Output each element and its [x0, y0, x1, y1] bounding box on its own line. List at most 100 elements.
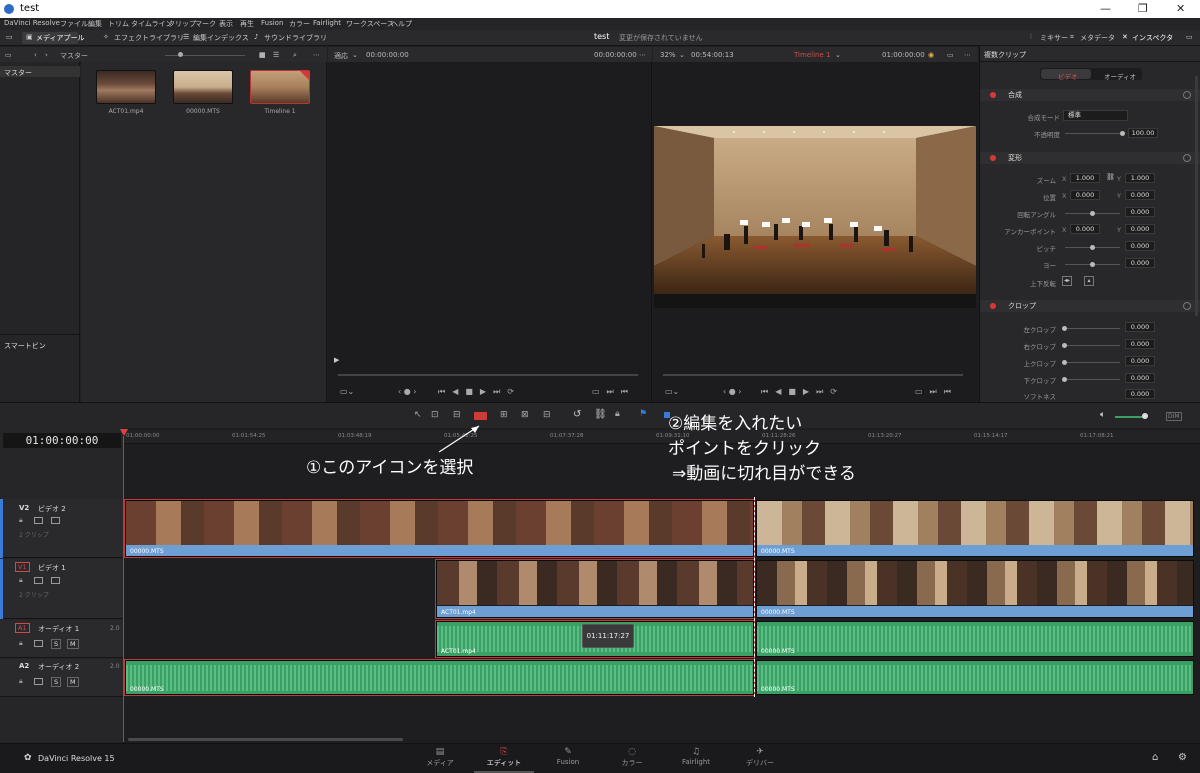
page-tab-media[interactable]: ▤ メディア	[420, 747, 460, 768]
link-icon[interactable]: ⛓	[1106, 173, 1115, 181]
clip-mode-icon[interactable]: ◉	[928, 51, 934, 59]
source-options-icon[interactable]: ⋯	[639, 51, 646, 59]
maximize-icon[interactable]: ❐	[1138, 2, 1148, 15]
crop-bottom-slider[interactable]	[1065, 379, 1120, 380]
menu-davinci[interactable]: DaVinci Resolve	[4, 19, 60, 27]
audio-clip[interactable]: 00000.MTS	[124, 659, 755, 696]
menu-file[interactable]: ファイル	[60, 19, 88, 29]
thumb-size-slider[interactable]	[165, 55, 245, 56]
yaw-knob[interactable]	[1090, 262, 1095, 267]
rotation-knob[interactable]	[1090, 211, 1095, 216]
clip-thumbnail[interactable]	[173, 70, 233, 104]
menu-fusion[interactable]: Fusion	[261, 19, 283, 27]
mute-button[interactable]: M	[67, 677, 79, 687]
pitch-knob[interactable]	[1090, 245, 1095, 250]
menu-mark[interactable]: マーク	[195, 19, 216, 29]
playhead-icon[interactable]	[120, 429, 128, 436]
auto-track-icon[interactable]	[34, 517, 43, 524]
source-fit[interactable]: 適応	[334, 51, 348, 61]
expand-icon[interactable]: ▭	[1186, 33, 1193, 41]
track-name[interactable]: オーディオ 1	[38, 624, 79, 634]
dim-button[interactable]: DIM	[1166, 412, 1182, 421]
viewer-options-icon[interactable]: ⋯	[964, 51, 971, 59]
crop-bottom-field[interactable]: 0.000	[1125, 373, 1155, 383]
anchor-x-field[interactable]: 0.000	[1070, 224, 1100, 234]
menu-help[interactable]: ヘルプ	[391, 19, 412, 29]
settings-gear-icon[interactable]: ⚙	[1178, 752, 1187, 763]
timeline-clip[interactable]: 00000.MTS	[756, 500, 1194, 557]
opacity-slider[interactable]	[1065, 133, 1125, 134]
volume-slider[interactable]	[1115, 416, 1145, 418]
jog-control[interactable]: ‹ ● ›	[398, 387, 416, 396]
auto-track-icon[interactable]	[34, 640, 43, 647]
match-frame-icon[interactable]: ▭⏭⏮	[915, 387, 958, 397]
crop-left-slider[interactable]	[1065, 328, 1120, 329]
menu-fairlight[interactable]: Fairlight	[313, 19, 341, 27]
yaw-field[interactable]: 0.000	[1125, 258, 1155, 268]
timeline-clip[interactable]: ACT01.mp4	[435, 559, 755, 619]
flag-icon[interactable]: ⚑	[639, 409, 647, 419]
menu-timeline[interactable]: タイムライン	[131, 19, 173, 29]
auto-track-icon[interactable]	[34, 577, 43, 584]
composite-section[interactable]: 合成	[980, 89, 1200, 101]
inspector-scrollbar[interactable]	[1195, 76, 1198, 316]
insert-clip-icon[interactable]: ⊞	[500, 410, 508, 420]
position-lock-icon[interactable]: 🔒︎	[615, 409, 620, 419]
crop-right-field[interactable]: 0.000	[1125, 339, 1155, 349]
blend-mode-select[interactable]: 標準	[1063, 110, 1128, 121]
chevron-down-icon[interactable]: ⌄	[835, 51, 841, 59]
more-options-icon[interactable]: ⋯	[313, 51, 320, 59]
enable-track-icon[interactable]	[51, 577, 60, 584]
zoom-level[interactable]: 32%	[660, 51, 676, 59]
auto-track-icon[interactable]	[34, 678, 43, 685]
track-name[interactable]: ビデオ 2	[38, 504, 66, 514]
source-scrubber[interactable]	[338, 374, 638, 376]
timeline-clip[interactable]: 00000.MTS	[124, 499, 755, 558]
track-name[interactable]: ビデオ 1	[38, 563, 66, 573]
sound-library-button[interactable]: サウンドライブラリ	[264, 33, 327, 43]
menu-color[interactable]: カラー	[289, 19, 310, 29]
track-id[interactable]: A1	[15, 623, 30, 633]
volume-icon[interactable]: 🔈︎	[1100, 410, 1105, 420]
back-icon[interactable]: ‹	[34, 51, 37, 59]
timeline-scrubber[interactable]	[663, 374, 963, 376]
dynamic-trim-icon[interactable]: ⊟	[453, 410, 461, 420]
thumbnail-view-icon[interactable]: ▦	[259, 51, 266, 59]
blade-tool-icon[interactable]	[474, 412, 487, 420]
position-x-field[interactable]: 0.000	[1070, 190, 1100, 200]
linked-selection-icon[interactable]: ⛓	[594, 409, 607, 420]
timeline-scrollbar[interactable]	[128, 738, 403, 741]
reset-icon[interactable]	[1183, 154, 1191, 162]
crop-right-slider[interactable]	[1065, 345, 1120, 346]
layout-icon[interactable]: ▭	[6, 33, 13, 41]
menu-clip[interactable]: クリップ	[168, 19, 196, 29]
list-view-icon[interactable]: ☰	[273, 51, 279, 59]
timeline-ruler[interactable]: 01:00:00:00 01:01:54:25 01:03:48:19 01:0…	[124, 430, 1200, 444]
crop-top-slider[interactable]	[1065, 362, 1120, 363]
snapping-icon[interactable]: ↺	[573, 409, 581, 420]
zoom-y-field[interactable]: 1.000	[1125, 173, 1155, 183]
position-y-field[interactable]: 0.000	[1125, 190, 1155, 200]
pitch-field[interactable]: 0.000	[1125, 241, 1155, 251]
crop-top-field[interactable]: 0.000	[1125, 356, 1155, 366]
transport-controls[interactable]: ⏮◀■▶⏭⟳	[761, 387, 844, 397]
solo-button[interactable]: S	[51, 677, 62, 687]
search-icon[interactable]: ⌕	[293, 51, 297, 60]
reset-icon[interactable]	[1183, 302, 1191, 310]
menu-playback[interactable]: 再生	[240, 19, 254, 29]
page-tab-fairlight[interactable]: ♫ Fairlight	[676, 747, 716, 766]
timeline-name[interactable]: Timeline 1	[794, 51, 830, 59]
audio-clip[interactable]: 00000.MTS	[756, 621, 1194, 657]
solo-button[interactable]: S	[51, 639, 62, 649]
crop-left-field[interactable]: 0.000	[1125, 322, 1155, 332]
page-tab-fusion[interactable]: ✎ Fusion	[548, 747, 588, 766]
mixer-button[interactable]: ミキサー	[1040, 33, 1068, 43]
viewer-mode-icon[interactable]: ▭	[947, 51, 954, 59]
clip-thumbnail[interactable]	[96, 70, 156, 104]
track-name[interactable]: オーディオ 2	[38, 662, 79, 672]
timeline-clip[interactable]: 00000.MTS	[756, 560, 1194, 618]
reset-icon[interactable]	[1183, 91, 1191, 99]
flip-vertical-icon[interactable]: ▴	[1084, 276, 1094, 286]
viewer-size-icon[interactable]: ▭⌄	[340, 387, 354, 396]
selection-tool-icon[interactable]: ↖	[414, 410, 422, 420]
